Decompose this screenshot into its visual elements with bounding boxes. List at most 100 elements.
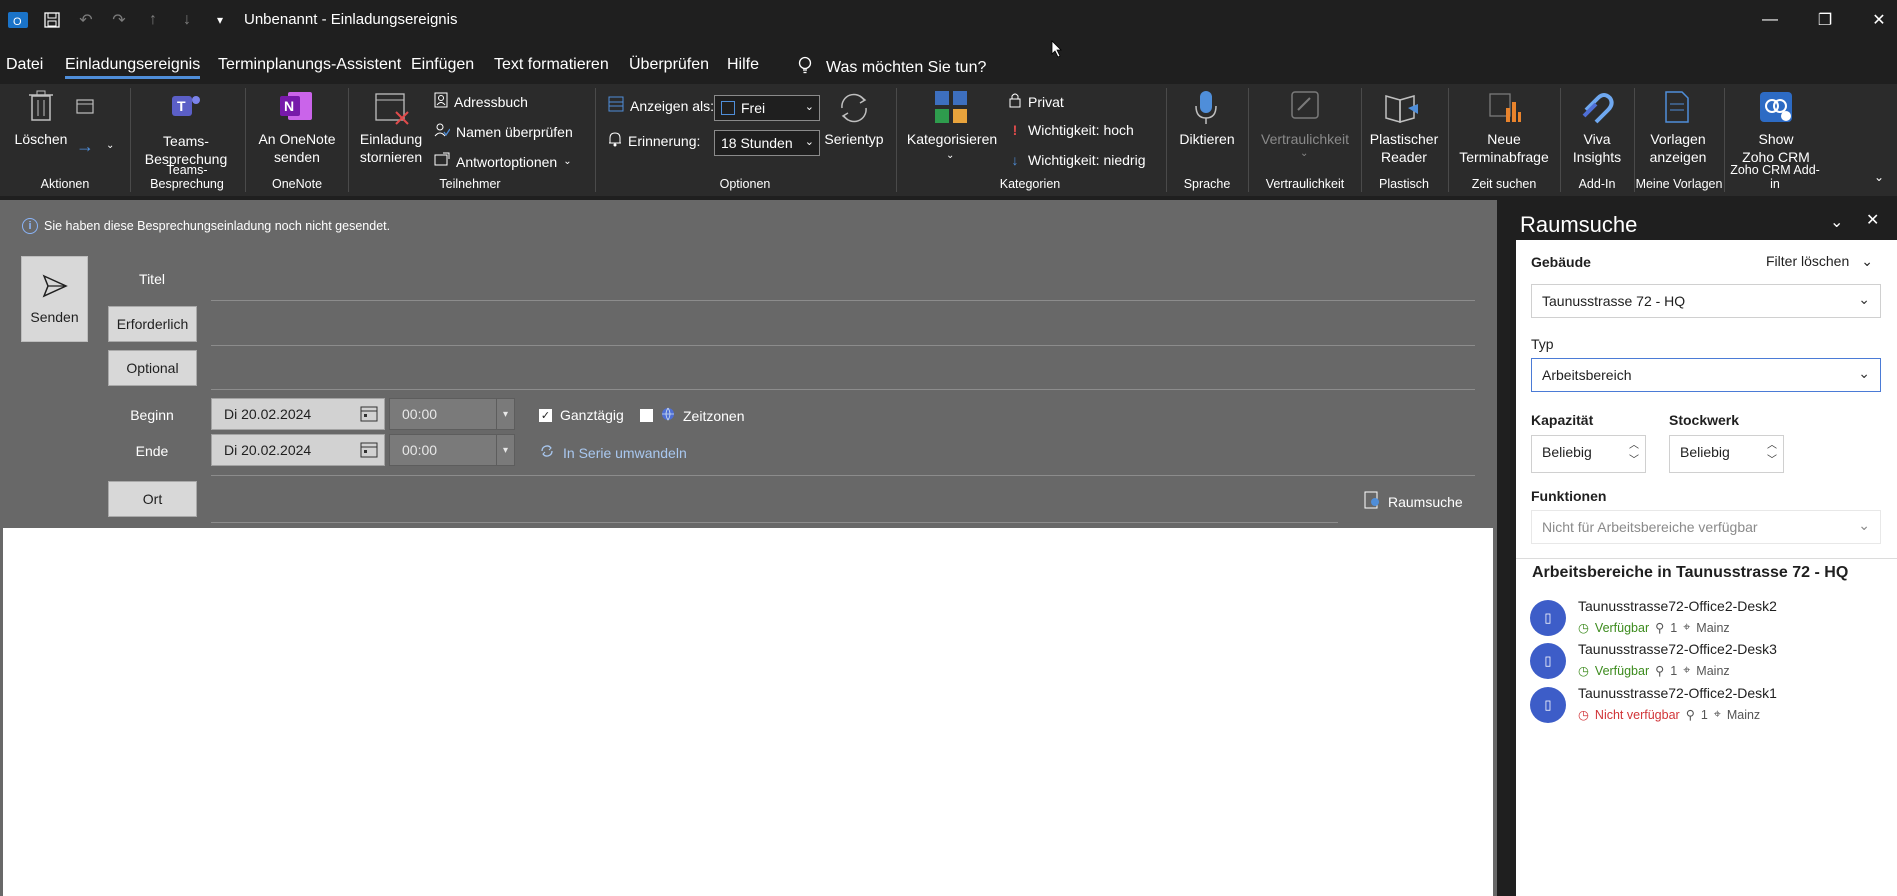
room-capacity: 1 <box>1670 663 1678 678</box>
tab-terminplanungs-assistent[interactable]: Terminplanungs-Assistent <box>218 56 401 74</box>
erforderlich-button[interactable]: Erforderlich <box>108 306 197 342</box>
calendar-icon[interactable] <box>360 440 378 461</box>
tab-text-formatieren[interactable]: Text formatieren <box>494 56 609 74</box>
send-icon <box>42 274 68 301</box>
beginn-date-value: Di 20.02.2024 <box>224 406 312 422</box>
chevron-down-icon: ⌄ <box>1858 517 1870 533</box>
message-body[interactable] <box>3 528 1493 896</box>
send-button[interactable]: Senden <box>21 256 88 342</box>
vertraulichkeit-button[interactable]: Vertraulichkeit <box>1252 130 1358 148</box>
kategorisieren-button[interactable]: Kategorisieren <box>900 130 1004 148</box>
optional-input[interactable] <box>211 389 1475 390</box>
window-title: Unbenannt - Einladungsereignis <box>244 11 458 28</box>
beginn-time-input[interactable]: 00:00 ▾ <box>389 398 515 430</box>
tab-einfuegen[interactable]: Einfügen <box>411 56 474 74</box>
typ-dropdown[interactable]: Arbeitsbereich ⌄ <box>1531 358 1881 392</box>
person-icon: ⚲ <box>1655 621 1665 635</box>
minimize-button[interactable]: — <box>1747 0 1793 40</box>
anzeigen-als-label: Anzeigen als: <box>630 97 715 114</box>
tab-ueberpruefen[interactable]: Überprüfen <box>629 56 709 74</box>
room-avatar-icon: ▯ <box>1530 600 1566 636</box>
wichtigkeit-hoch-button[interactable]: ! Wichtigkeit: hoch <box>1008 122 1134 138</box>
categorize-icon <box>934 90 968 127</box>
gebaeude-label: Gebäude <box>1531 254 1591 270</box>
calendar-icon[interactable] <box>76 98 94 117</box>
save-icon[interactable] <box>40 8 64 32</box>
customize-icon[interactable]: ▾ <box>208 8 232 32</box>
tab-datei[interactable]: Datei <box>6 56 43 74</box>
collapse-ribbon-icon[interactable]: ⌄ <box>1874 170 1884 184</box>
redo-icon[interactable]: ↷ <box>107 8 131 32</box>
ort-input[interactable] <box>211 522 1338 523</box>
diktieren-button[interactable]: Diktieren <box>1170 130 1244 148</box>
info-icon: i <box>22 218 38 234</box>
chevron-down-icon[interactable]: ▾ <box>496 399 514 429</box>
filter-loeschen-button[interactable]: Filter löschen ⌄ <box>1766 253 1873 270</box>
lock-icon <box>1008 92 1022 111</box>
room-item[interactable]: ▯ Taunusstrasse72-Office2-Desk1 ◷ Nicht … <box>1530 685 1890 725</box>
kapazitaet-spinner[interactable]: Beliebig ︿ ﹀ <box>1531 435 1646 473</box>
beginn-date-input[interactable]: Di 20.02.2024 <box>211 398 385 430</box>
neue-terminabfrage-button[interactable]: Neue Terminabfrage <box>1452 130 1556 166</box>
einladung-stornieren-button[interactable]: Einladung stornieren <box>354 130 428 166</box>
ende-time-input[interactable]: 00:00 ▾ <box>389 434 515 466</box>
room-item[interactable]: ▯ Taunusstrasse72-Office2-Desk3 ◷ Verfüg… <box>1530 641 1890 681</box>
close-button[interactable]: ✕ <box>1856 0 1897 40</box>
show-zoho-crm-button[interactable]: Show Zoho CRM <box>1730 130 1822 166</box>
erforderlich-input[interactable] <box>211 345 1475 346</box>
room-avatar-icon: ▯ <box>1530 643 1566 679</box>
room-status-row: ◷ Nicht verfügbar ⚲ 1 ⌖ Mainz <box>1578 707 1760 722</box>
wichtigkeit-niedrig-button[interactable]: ↓ Wichtigkeit: niedrig <box>1008 152 1146 168</box>
room-item[interactable]: ▯ Taunusstrasse72-Office2-Desk2 ◷ Verfüg… <box>1530 598 1890 638</box>
raumsuche-button[interactable]: Raumsuche <box>1364 491 1463 512</box>
plastischer-reader-button[interactable]: Plastischer Reader <box>1364 130 1444 166</box>
funktionen-dropdown[interactable]: Nicht für Arbeitsbereiche verfügbar ⌄ <box>1531 510 1881 544</box>
close-icon[interactable]: ✕ <box>1866 210 1879 230</box>
titel-input[interactable] <box>211 300 1475 301</box>
zeitzonen-checkbox[interactable]: Zeitzonen <box>640 407 744 424</box>
undo-icon[interactable]: ↶ <box>74 8 98 32</box>
stockwerk-value: Beliebig <box>1680 444 1730 460</box>
tell-me-search[interactable]: Was möchten Sie tun? <box>798 56 986 79</box>
spinner-arrows-icon[interactable]: ︿ ﹀ <box>1767 438 1777 468</box>
chevron-down-icon[interactable]: ▾ <box>496 435 514 465</box>
gebaeude-dropdown[interactable]: Taunusstrasse 72 - HQ ⌄ <box>1531 284 1881 318</box>
cancel-invitation-icon <box>374 90 410 129</box>
room-finder-icon <box>1364 491 1380 512</box>
person-icon: ⚲ <box>1685 708 1695 722</box>
chevron-down-icon[interactable]: ⌄ <box>1830 212 1843 232</box>
viva-insights-button[interactable]: Viva Insights <box>1564 130 1630 166</box>
down-icon[interactable]: ↓ <box>175 8 199 32</box>
forward-icon[interactable]: → <box>76 136 94 157</box>
stockwerk-spinner[interactable]: Beliebig ︿ ﹀ <box>1669 435 1784 473</box>
spinner-arrows-icon[interactable]: ︿ ﹀ <box>1629 438 1639 468</box>
gebaeude-value: Taunusstrasse 72 - HQ <box>1542 293 1686 309</box>
high-importance-icon: ! <box>1012 122 1018 138</box>
ganztaegig-checkbox[interactable]: ✓ Ganztägig <box>539 407 624 423</box>
antwortoptionen-button[interactable]: Antwortoptionen ⌄ <box>434 152 572 171</box>
calendar-icon[interactable] <box>360 404 378 425</box>
anzeigen-als-dropdown[interactable]: Frei ⌄ <box>714 95 820 121</box>
loeschen-button[interactable]: Löschen <box>12 130 70 148</box>
optional-button[interactable]: Optional <box>108 350 197 386</box>
up-icon[interactable]: ↑ <box>141 8 165 32</box>
forward-dropdown-icon[interactable]: ⌄ <box>106 140 114 151</box>
an-onenote-senden-button[interactable]: An OneNote senden <box>250 130 344 166</box>
privat-button[interactable]: Privat <box>1008 92 1064 111</box>
tell-me-placeholder: Was möchten Sie tun? <box>826 58 987 76</box>
chevron-down-icon[interactable]: ⌄ <box>946 150 954 161</box>
restore-button[interactable]: ❐ <box>1802 0 1848 40</box>
erinnerung-dropdown[interactable]: 18 Stunden ⌄ <box>714 130 820 156</box>
adressbuch-button[interactable]: Adressbuch <box>434 92 528 111</box>
check-names-icon <box>434 122 451 141</box>
vorlagen-anzeigen-button[interactable]: Vorlagen anzeigen <box>1638 130 1718 166</box>
serientyp-button[interactable]: Serientyp <box>822 130 886 148</box>
ort-button[interactable]: Ort <box>108 481 197 517</box>
menu-bar: Datei Einladungsereignis Terminplanungs-… <box>0 40 1897 82</box>
tab-einladungsereignis[interactable]: Einladungsereignis <box>65 56 201 79</box>
ende-date-input[interactable]: Di 20.02.2024 <box>211 434 385 466</box>
tab-hilfe[interactable]: Hilfe <box>727 56 759 74</box>
in-serie-umwandeln-link[interactable]: In Serie umwandeln <box>539 443 687 462</box>
clock-icon: ◷ <box>1578 664 1589 678</box>
namen-ueberpruefen-button[interactable]: Namen überprüfen <box>434 122 573 141</box>
